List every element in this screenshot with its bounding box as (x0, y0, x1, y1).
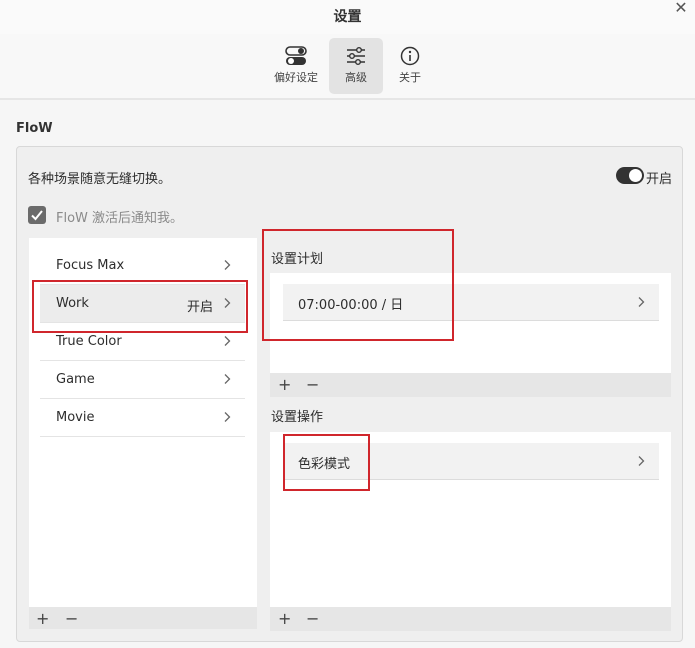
chevron-right-icon (638, 456, 645, 466)
sliders-icon (347, 47, 365, 65)
chevron-right-icon (224, 374, 231, 384)
scene-item-movie[interactable]: Movie (40, 399, 245, 437)
toggle-knob (629, 169, 642, 182)
schedule-title: 设置计划 (271, 252, 324, 267)
add-schedule-button[interactable]: + (278, 377, 291, 393)
title-bar: 设置 ✕ (0, 0, 695, 34)
scene-name: Movie (56, 410, 95, 425)
tab-label: 偏好设定 (274, 71, 318, 84)
chevron-right-icon (224, 298, 231, 308)
scene-list-footer (29, 607, 257, 629)
scene-item-game[interactable]: Game (40, 361, 245, 399)
scene-name: True Color (56, 334, 122, 349)
chevron-right-icon (224, 412, 231, 422)
close-icon[interactable]: ✕ (673, 0, 689, 16)
action-entry[interactable]: 色彩模式 (283, 443, 659, 480)
flow-toggle[interactable] (616, 167, 644, 184)
add-action-button[interactable]: + (278, 611, 291, 627)
schedule-entry-text: 07:00-00:00 / 日 (298, 298, 404, 313)
checkmark-icon (31, 210, 43, 221)
section-title: FloW (16, 121, 53, 136)
remove-schedule-button[interactable]: − (306, 377, 319, 393)
remove-action-button[interactable]: − (306, 611, 319, 627)
tab-preferences[interactable]: 偏好设定 (269, 38, 323, 94)
tab-about[interactable]: 关于 (383, 38, 437, 94)
info-icon (400, 46, 420, 66)
notify-label: FloW 激活后通知我。 (56, 211, 184, 226)
scene-name: Work (56, 296, 89, 311)
tab-advanced[interactable]: 高级 (329, 38, 383, 94)
scene-item-work[interactable]: Work 开启 (40, 285, 245, 323)
chevron-right-icon (224, 336, 231, 346)
tab-label: 关于 (399, 71, 421, 84)
actions-footer (270, 607, 671, 631)
window-title: 设置 (333, 9, 362, 25)
notify-checkbox[interactable] (28, 206, 46, 224)
remove-scene-button[interactable]: − (65, 611, 78, 627)
scene-status: 开启 (186, 300, 213, 315)
scene-item-focus-max[interactable]: Focus Max (40, 247, 245, 285)
add-scene-button[interactable]: + (36, 611, 49, 627)
flow-description: 各种场景随意无缝切换。 (28, 172, 172, 187)
chevron-right-icon (638, 297, 645, 307)
action-entry-text: 色彩模式 (298, 457, 351, 472)
scene-name: Game (56, 372, 95, 387)
scene-item-true-color[interactable]: True Color (40, 323, 245, 361)
flow-toggle-label: 开启 (646, 172, 673, 187)
tab-label: 高级 (345, 71, 367, 84)
actions-title: 设置操作 (271, 410, 324, 425)
tab-bar: 偏好设定 高级 关于 (0, 34, 695, 100)
schedule-footer (270, 373, 671, 397)
scene-name: Focus Max (56, 258, 125, 273)
toggle-switches-icon (285, 46, 307, 65)
schedule-entry[interactable]: 07:00-00:00 / 日 (283, 284, 659, 321)
chevron-right-icon (224, 260, 231, 270)
